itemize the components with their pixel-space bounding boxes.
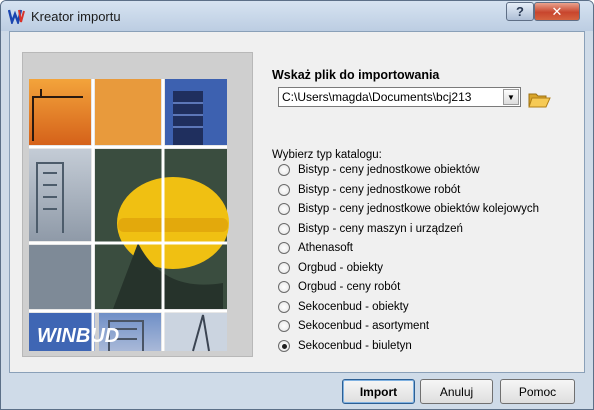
radio-button[interactable] (278, 164, 290, 176)
dialog-body: WINBUD Wskaż plik do importowania C:\Use… (9, 31, 585, 373)
catalog-option-label: Sekocenbud - obiekty (298, 300, 409, 313)
chevron-down-icon[interactable]: ▼ (503, 89, 519, 105)
file-path-value[interactable]: C:\Users\magda\Documents\bcj213 (282, 90, 471, 104)
catalog-option[interactable]: Bistyp - ceny maszyn i urządzeń (278, 220, 463, 238)
close-icon: ✕ (551, 3, 563, 19)
catalog-option-label: Sekocenbud - biuletyn (298, 339, 412, 352)
folder-open-icon[interactable] (527, 89, 551, 109)
help-icon: ? (516, 4, 524, 19)
catalog-option[interactable]: Sekocenbud - biuletyn (278, 337, 412, 355)
radio-button[interactable] (278, 300, 290, 313)
close-button[interactable]: ✕ (534, 2, 580, 21)
catalog-option-label: Bistyp - ceny maszyn i urządzeń (298, 222, 463, 235)
import-button[interactable]: Import (342, 379, 415, 404)
catalog-option-label: Orgbud - ceny robót (298, 281, 401, 293)
title-bar[interactable]: Kreator importu ? ✕ (1, 1, 593, 31)
catalog-option[interactable]: Bistyp - ceny jednostkowe robót (278, 181, 460, 199)
cancel-button[interactable]: Anuluj (420, 379, 493, 404)
catalog-option-label: Bistyp - ceny jednostkowe obiektów kolej… (298, 203, 539, 215)
app-icon (8, 9, 25, 24)
winbud-logo-text: WINBUD (37, 325, 119, 347)
file-path-combobox[interactable]: C:\Users\magda\Documents\bcj213 ▼ (278, 87, 521, 107)
catalog-option[interactable]: Sekocenbud - obiekty (278, 298, 409, 316)
file-label: Wskaż plik do importowania (272, 68, 440, 82)
radio-button[interactable] (278, 222, 290, 235)
radio-button[interactable] (278, 183, 290, 196)
button-bar: Import Anuluj Pomoc (1, 373, 593, 409)
radio-button[interactable] (278, 203, 290, 215)
import-wizard-window: Kreator importu ? ✕ WINBUD Wskaż plik do… (0, 0, 594, 410)
radio-button[interactable] (278, 281, 290, 293)
construction-collage: WINBUD (23, 53, 252, 356)
catalog-option-label: Sekocenbud - asortyment (298, 320, 430, 332)
catalog-option-label: Bistyp - ceny jednostkowe robót (298, 183, 461, 196)
catalog-option[interactable]: Sekocenbud - asortyment (278, 317, 429, 335)
catalog-option-label: Bistyp - ceny jednostkowe obiektów (298, 164, 480, 176)
catalog-option[interactable]: Bistyp - ceny jednostkowe obiektów kolej… (278, 200, 539, 218)
catalog-option[interactable]: Orgbud - ceny robót (278, 278, 400, 296)
catalog-option-label: Athenasoft (298, 242, 353, 254)
help-title-button[interactable]: ? (506, 2, 534, 21)
radio-button[interactable] (278, 261, 290, 274)
radio-button[interactable] (278, 242, 290, 254)
radio-button[interactable] (278, 320, 290, 332)
catalog-option-label: Orgbud - obiekty (298, 261, 384, 274)
catalog-option[interactable]: Athenasoft (278, 239, 353, 257)
catalog-option[interactable]: Orgbud - obiekty (278, 259, 383, 277)
catalog-type-label: Wybierz typ katalogu: (272, 149, 382, 161)
radio-button[interactable] (278, 339, 290, 352)
winbud-banner-image: WINBUD (22, 52, 253, 357)
window-title: Kreator importu (31, 9, 121, 24)
catalog-option[interactable]: Bistyp - ceny jednostkowe obiektów (278, 161, 480, 179)
help-button[interactable]: Pomoc (500, 379, 575, 404)
